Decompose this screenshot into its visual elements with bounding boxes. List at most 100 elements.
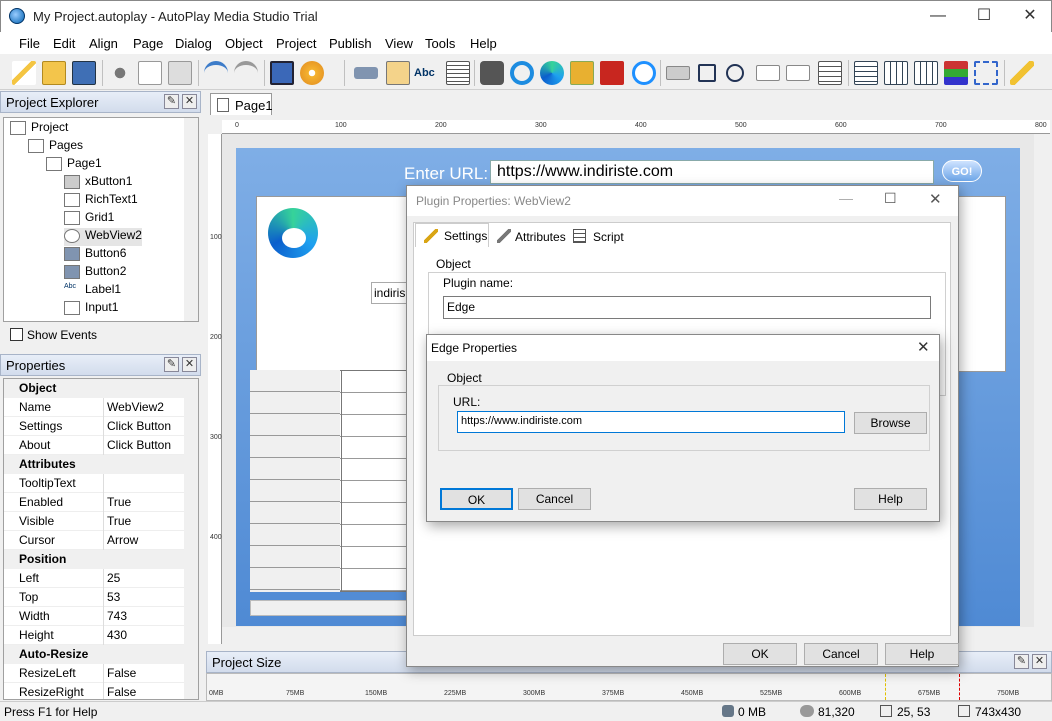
prop-category[interactable]: Object <box>4 379 184 398</box>
browse-button[interactable]: Browse <box>854 412 927 434</box>
tree-item-webview2[interactable]: WebView2 <box>64 228 142 246</box>
menu-align[interactable]: Align <box>89 36 118 51</box>
grid-scrollbar[interactable] <box>250 600 410 616</box>
menu-view[interactable]: View <box>385 36 413 51</box>
pencil-icon[interactable] <box>1010 61 1034 85</box>
panel-close-icon[interactable]: ✕ <box>1032 654 1047 669</box>
pin-icon[interactable]: ✎ <box>1014 654 1029 669</box>
prop-row[interactable]: Height 430 <box>4 626 184 645</box>
paste-icon[interactable] <box>168 61 192 85</box>
prop-category[interactable]: Auto-Resize <box>4 645 184 664</box>
open-folder-icon[interactable] <box>42 61 66 85</box>
panel-close-icon[interactable]: ✕ <box>182 94 197 109</box>
maximize-button[interactable]: ☐ <box>884 190 897 207</box>
prop-row[interactable]: Visible True <box>4 512 184 531</box>
minimize-button[interactable]: — <box>915 1 961 33</box>
prop-row[interactable]: Top 53 <box>4 588 184 607</box>
preview-icon[interactable] <box>270 61 294 85</box>
help-button[interactable]: Help <box>854 488 927 510</box>
tab-attributes[interactable]: Attributes <box>491 226 566 247</box>
pin-icon[interactable]: ✎ <box>164 357 179 372</box>
checkbox-object-icon[interactable] <box>698 64 716 82</box>
pdf-object-icon[interactable] <box>600 61 624 85</box>
tab-script[interactable]: Script <box>567 226 627 247</box>
menu-file[interactable]: File <box>19 36 40 51</box>
label-object-icon[interactable]: Abc <box>414 61 438 85</box>
image-object-icon[interactable] <box>386 61 410 85</box>
grid-object-icon[interactable] <box>884 61 908 85</box>
go-button[interactable]: GO! <box>942 160 982 182</box>
pin-icon[interactable]: ✎ <box>164 94 179 109</box>
prop-row[interactable]: TooltipText <box>4 474 184 493</box>
url-field[interactable]: https://www.indiriste.com <box>457 411 845 433</box>
prop-row[interactable]: Settings Click Button <box>4 417 184 436</box>
combobox-object-icon[interactable] <box>786 65 810 81</box>
xbutton-object-icon[interactable] <box>974 61 998 85</box>
prop-value[interactable]: True <box>107 495 131 509</box>
plugin-name-field[interactable]: Edge <box>443 296 931 319</box>
prop-value[interactable]: False <box>107 666 136 680</box>
button-object-icon[interactable] <box>354 67 378 79</box>
prop-value[interactable]: Click Button <box>107 438 171 452</box>
tab-settings[interactable]: Settings <box>415 223 489 247</box>
minimize-button[interactable]: — <box>839 190 853 206</box>
prop-value[interactable]: True <box>107 514 131 528</box>
tree-item-pages[interactable]: Pages <box>28 138 83 156</box>
property-scrollbar[interactable] <box>184 379 198 699</box>
prop-value[interactable]: Arrow <box>107 533 138 547</box>
menu-tools[interactable]: Tools <box>425 36 455 51</box>
tree-object-icon[interactable] <box>854 61 878 85</box>
menu-dialog[interactable]: Dialog <box>175 36 212 51</box>
help-button[interactable]: Help <box>885 643 959 665</box>
prop-category[interactable]: Position <box>4 550 184 569</box>
richtext-object[interactable]: indiris <box>371 282 411 304</box>
prop-row[interactable]: Width 743 <box>4 607 184 626</box>
tree-scrollbar[interactable] <box>184 118 198 321</box>
close-button[interactable]: ✕ <box>917 338 930 356</box>
video-object-icon[interactable] <box>480 61 504 85</box>
slideshow-object-icon[interactable] <box>944 61 968 85</box>
progress-object-icon[interactable] <box>914 61 938 85</box>
prop-category[interactable]: Attributes <box>4 455 184 474</box>
close-button[interactable]: ✕ <box>929 190 942 208</box>
tree-item-grid1[interactable]: Grid1 <box>64 210 114 228</box>
prop-value[interactable]: 53 <box>107 590 120 604</box>
redo-icon[interactable] <box>234 61 258 85</box>
menu-edit[interactable]: Edit <box>53 36 75 51</box>
undo-icon[interactable] <box>204 61 228 85</box>
publish-icon[interactable] <box>300 61 324 85</box>
tree-item-label1[interactable]: Abc Label1 <box>64 282 121 300</box>
tree-item-input1[interactable]: Input1 <box>64 300 118 318</box>
prop-row[interactable]: Enabled True <box>4 493 184 512</box>
copy-icon[interactable] <box>138 61 162 85</box>
menu-project[interactable]: Project <box>276 36 316 51</box>
listbox-object-icon[interactable] <box>818 61 842 85</box>
menu-help[interactable]: Help <box>470 36 497 51</box>
prop-row[interactable]: Name WebView2 <box>4 398 184 417</box>
prop-value[interactable]: 743 <box>107 609 127 623</box>
show-events-checkbox[interactable] <box>10 328 23 341</box>
menu-object[interactable]: Object <box>225 36 263 51</box>
tree-item-xbutton1[interactable]: xButton1 <box>64 174 132 192</box>
paragraph-object-icon[interactable] <box>446 61 470 85</box>
tree-item-page1[interactable]: Page1 <box>46 156 102 174</box>
quicktime-object-icon[interactable] <box>510 61 534 85</box>
maximize-button[interactable]: ☐ <box>961 1 1007 33</box>
prop-row[interactable]: ResizeLeft False <box>4 664 184 683</box>
flash-object-icon[interactable] <box>570 61 594 85</box>
textbox-object-icon[interactable] <box>756 65 780 81</box>
ok-button[interactable]: OK <box>440 488 513 510</box>
prop-value[interactable]: 430 <box>107 628 127 642</box>
prop-value[interactable]: False <box>107 685 136 699</box>
canvas-vscrollbar[interactable] <box>1034 134 1050 627</box>
menu-publish[interactable]: Publish <box>329 36 372 51</box>
close-button[interactable]: ✕ <box>1007 1 1052 33</box>
prop-row[interactable]: Left 25 <box>4 569 184 588</box>
tree-item-richtext1[interactable]: RichText1 <box>64 192 138 210</box>
ok-button[interactable]: OK <box>723 643 797 665</box>
wizard-icon[interactable] <box>12 61 36 85</box>
prop-row[interactable]: ResizeRight False <box>4 683 184 699</box>
prop-value[interactable]: WebView2 <box>107 400 164 414</box>
cut-icon[interactable] <box>108 61 132 85</box>
prop-row[interactable]: Cursor Arrow <box>4 531 184 550</box>
